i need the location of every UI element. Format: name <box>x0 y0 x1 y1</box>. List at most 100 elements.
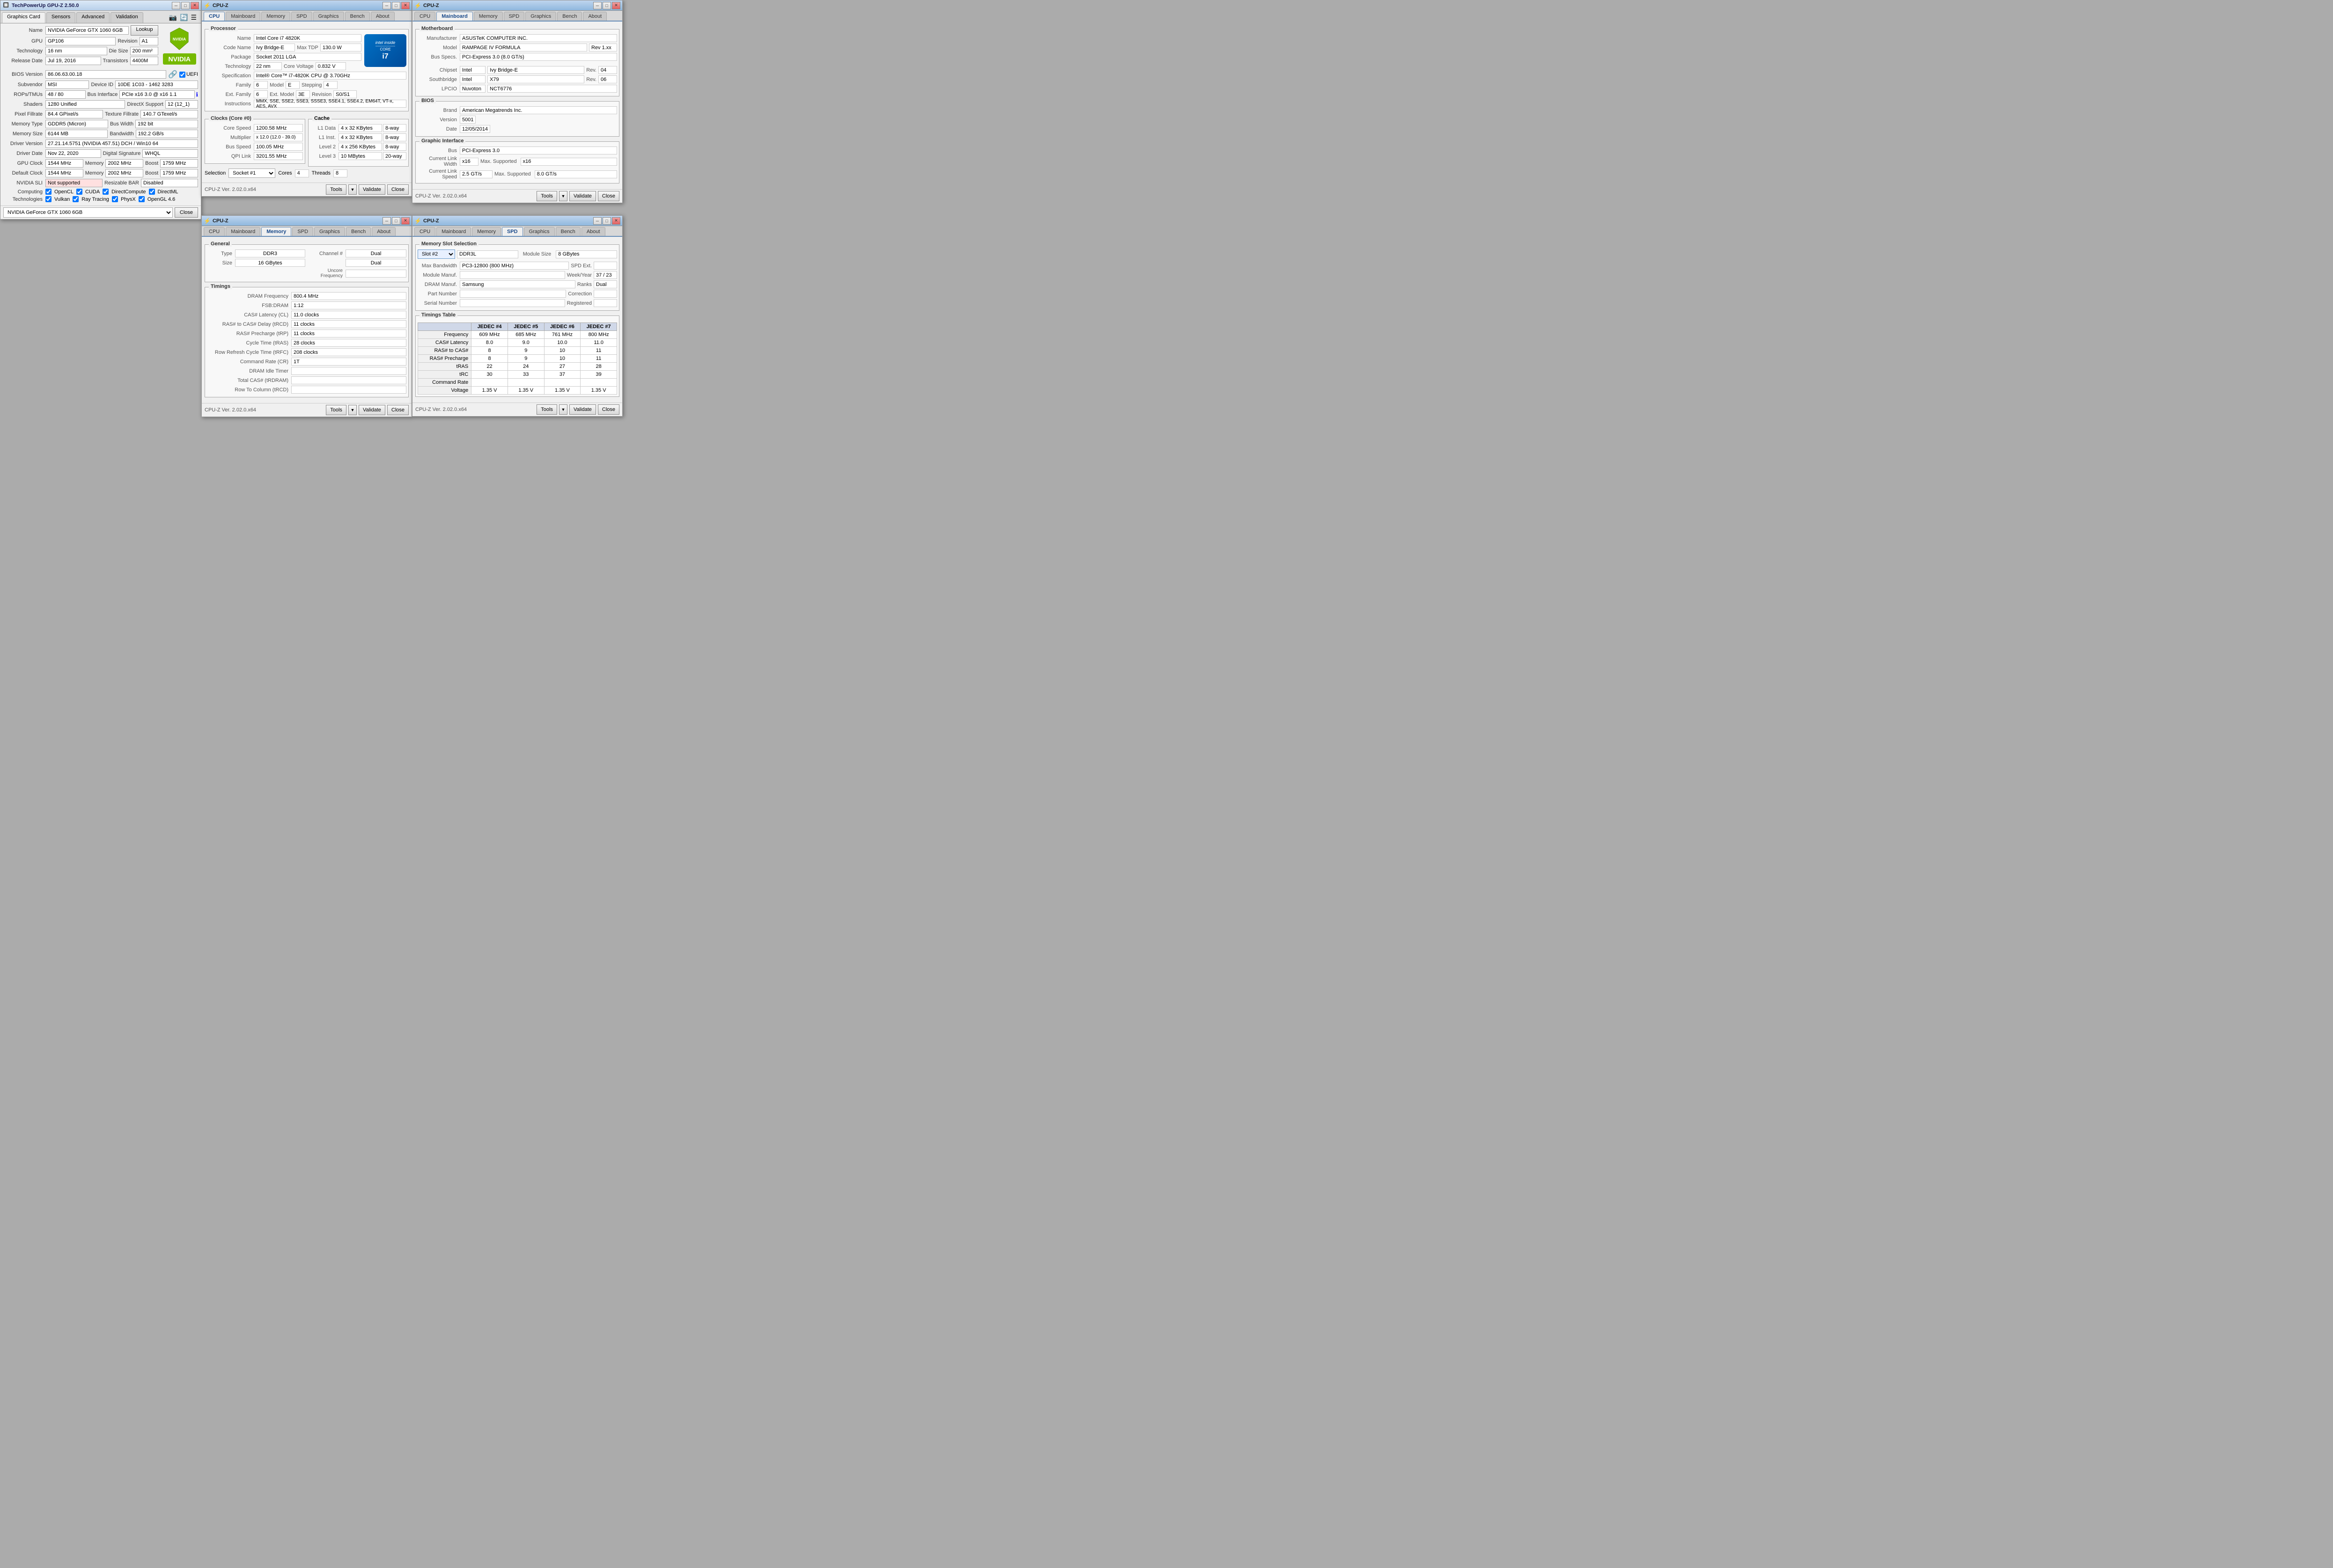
cpuz4-maximize-btn[interactable]: □ <box>603 217 611 225</box>
opengl-checkbox[interactable] <box>139 196 145 202</box>
gpuz-minimize-btn[interactable]: ─ <box>172 2 180 9</box>
cpuz3-tools-btn[interactable]: Tools <box>326 405 346 415</box>
vulkan-checkbox[interactable] <box>45 196 52 202</box>
cpuz2-busspecs-label: Bus Specs. <box>418 54 460 60</box>
cpuz3-validate-btn[interactable]: Validate <box>359 405 385 415</box>
cpuz2-tools-dropdown[interactable]: ▼ <box>559 191 567 201</box>
gpuz-lookup-btn[interactable]: Lookup <box>131 25 158 36</box>
directcompute-checkbox[interactable] <box>103 189 109 195</box>
cpuz4-tab-graphics[interactable]: Graphics <box>524 227 555 236</box>
cpuz2-bios-date-value: 12/05/2014 <box>460 125 490 133</box>
gpuz-tab-validation[interactable]: Validation <box>110 12 143 23</box>
refresh-icon[interactable]: 🔄 <box>180 14 188 22</box>
cpuz1-tools-dropdown[interactable]: ▼ <box>348 184 357 195</box>
cpuz4-tab-about[interactable]: About <box>581 227 605 236</box>
cpuz4-minimize-btn[interactable]: ─ <box>593 217 602 225</box>
cpuz1-validate-btn[interactable]: Validate <box>359 184 385 195</box>
share-icon[interactable]: 🔗 <box>168 70 177 79</box>
gpuz-title-bar[interactable]: 🔲 TechPowerUp GPU-Z 2.50.0 ─ □ ✕ <box>0 0 201 11</box>
physx-checkbox[interactable] <box>112 196 118 202</box>
cpuz2-tab-bench[interactable]: Bench <box>557 12 582 21</box>
cpuz3-close-btn[interactable]: Close <box>387 405 409 415</box>
cpuz1-tools-btn[interactable]: Tools <box>326 184 346 195</box>
cpuz2-chipset-value: Intel <box>460 66 486 74</box>
cpuz1-tab-cpu[interactable]: CPU <box>204 12 225 21</box>
cpuz3-tab-memory[interactable]: Memory <box>261 227 291 236</box>
timing-cell-jedec7: 39 <box>581 371 617 379</box>
gpuz-gpu-select[interactable]: NVIDIA GeForce GTX 1060 6GB <box>3 207 173 218</box>
cpuz3-tab-graphics[interactable]: Graphics <box>314 227 345 236</box>
gpuz-close-btn[interactable]: ✕ <box>191 2 199 9</box>
cpuz4-slot-select[interactable]: Slot #2 <box>418 249 455 259</box>
camera-icon[interactable]: 📷 <box>169 14 177 22</box>
cpuz3-maximize-btn[interactable]: □ <box>392 217 400 225</box>
cpuz3-minimize-btn[interactable]: ─ <box>383 217 391 225</box>
cpuz1-close-btn[interactable]: ✕ <box>401 2 410 9</box>
gpuz-tab-advanced[interactable]: Advanced <box>76 12 110 23</box>
raytracing-checkbox[interactable] <box>73 196 79 202</box>
cpuz3-close-btn[interactable]: ✕ <box>401 217 410 225</box>
cpuz2-tab-cpu[interactable]: CPU <box>414 12 435 21</box>
cpuz4-validate-btn[interactable]: Validate <box>569 404 596 415</box>
directml-checkbox[interactable] <box>149 189 155 195</box>
cpuz4-tab-bench[interactable]: Bench <box>556 227 581 236</box>
cpuz3-tools-dropdown[interactable]: ▼ <box>348 405 357 415</box>
cpuz1-tab-mainboard[interactable]: Mainboard <box>226 12 260 21</box>
cpuz3-timings-title: Timings <box>209 284 232 289</box>
gpuz-tab-sensors[interactable]: Sensors <box>46 12 75 23</box>
cpuz2-tab-memory[interactable]: Memory <box>474 12 503 21</box>
gpuz-tab-graphics-card[interactable]: Graphics Card <box>2 12 45 23</box>
cpuz2-tab-graphics[interactable]: Graphics <box>525 12 556 21</box>
cpuz2-tab-about[interactable]: About <box>583 12 607 21</box>
cpuz1-selection-select[interactable]: Socket #1 <box>228 169 275 178</box>
cpuz4-title-bar[interactable]: ⚡ CPU-Z ─ □ ✕ <box>412 216 622 226</box>
uefi-checkbox[interactable] <box>179 72 185 78</box>
cpuz1-title-bar[interactable]: ⚡ CPU-Z ─ □ ✕ <box>202 0 412 11</box>
cpuz1-minimize-btn[interactable]: ─ <box>383 2 391 9</box>
cpuz4-tools-dropdown[interactable]: ▼ <box>559 404 567 415</box>
cpuz2-tab-spd[interactable]: SPD <box>504 12 525 21</box>
cpuz1-tab-memory[interactable]: Memory <box>261 12 290 21</box>
info-icon[interactable]: ℹ <box>195 91 198 98</box>
cpuz1-maximize-btn[interactable]: □ <box>392 2 400 9</box>
cpuz3-window: ⚡ CPU-Z ─ □ ✕ CPU Mainboard Memory SPD G… <box>201 215 412 417</box>
cpuz4-close-btn[interactable]: Close <box>598 404 619 415</box>
cpuz4-tab-spd[interactable]: SPD <box>502 227 523 236</box>
menu-icon[interactable]: ☰ <box>191 14 197 22</box>
cpuz3-tab-mainboard[interactable]: Mainboard <box>226 227 260 236</box>
cpuz4-tab-cpu[interactable]: CPU <box>414 227 435 236</box>
cpuz3-tab-about[interactable]: About <box>372 227 396 236</box>
gpuz-maximize-btn[interactable]: □ <box>181 2 190 9</box>
cpuz4-tools-btn[interactable]: Tools <box>537 404 557 415</box>
cpuz4-weekyear-value: 37 / 23 <box>594 271 617 279</box>
cpuz2-maximize-btn[interactable]: □ <box>603 2 611 9</box>
cpuz2-tools-btn[interactable]: Tools <box>537 191 557 201</box>
opencl-checkbox[interactable] <box>45 189 52 195</box>
cpuz2-close-btn[interactable]: ✕ <box>612 2 620 9</box>
cpuz4-tab-memory[interactable]: Memory <box>472 227 501 236</box>
cpuz4-modulesize-value: 8 GBytes <box>556 250 617 258</box>
cuda-checkbox[interactable] <box>76 189 82 195</box>
timing-cell-jedec4: 8 <box>471 347 508 355</box>
cpuz1-tab-graphics[interactable]: Graphics <box>313 12 344 21</box>
cpuz1-footer-ver: CPU-Z Ver. 2.02.0.x64 <box>205 187 324 192</box>
cpuz3-title-bar[interactable]: ⚡ CPU-Z ─ □ ✕ <box>202 216 412 226</box>
cpuz1-close-btn[interactable]: Close <box>387 184 409 195</box>
cpuz4-tab-mainboard[interactable]: Mainboard <box>436 227 471 236</box>
cpuz1-tab-spd[interactable]: SPD <box>291 12 312 21</box>
cpuz1-tab-bench[interactable]: Bench <box>345 12 370 21</box>
cpuz2-close-btn[interactable]: Close <box>598 191 619 201</box>
cpuz3-tab-spd[interactable]: SPD <box>292 227 313 236</box>
cpuz3-tab-bench[interactable]: Bench <box>346 227 371 236</box>
gpuz-close-button[interactable]: Close <box>175 207 198 218</box>
cpuz3-idle-label: DRAM Idle Timer <box>207 368 291 374</box>
cpuz2-bios-title: BIOS <box>419 98 436 103</box>
cpuz4-close-btn[interactable]: ✕ <box>612 217 620 225</box>
cpuz2-title-bar[interactable]: ⚡ CPU-Z ─ □ ✕ <box>412 0 622 11</box>
timing-cell-jedec7: 11 <box>581 355 617 363</box>
cpuz3-tab-cpu[interactable]: CPU <box>204 227 225 236</box>
cpuz2-minimize-btn[interactable]: ─ <box>593 2 602 9</box>
cpuz2-tab-mainboard[interactable]: Mainboard <box>436 12 473 21</box>
cpuz2-validate-btn[interactable]: Validate <box>569 191 596 201</box>
cpuz1-tab-about[interactable]: About <box>371 12 395 21</box>
